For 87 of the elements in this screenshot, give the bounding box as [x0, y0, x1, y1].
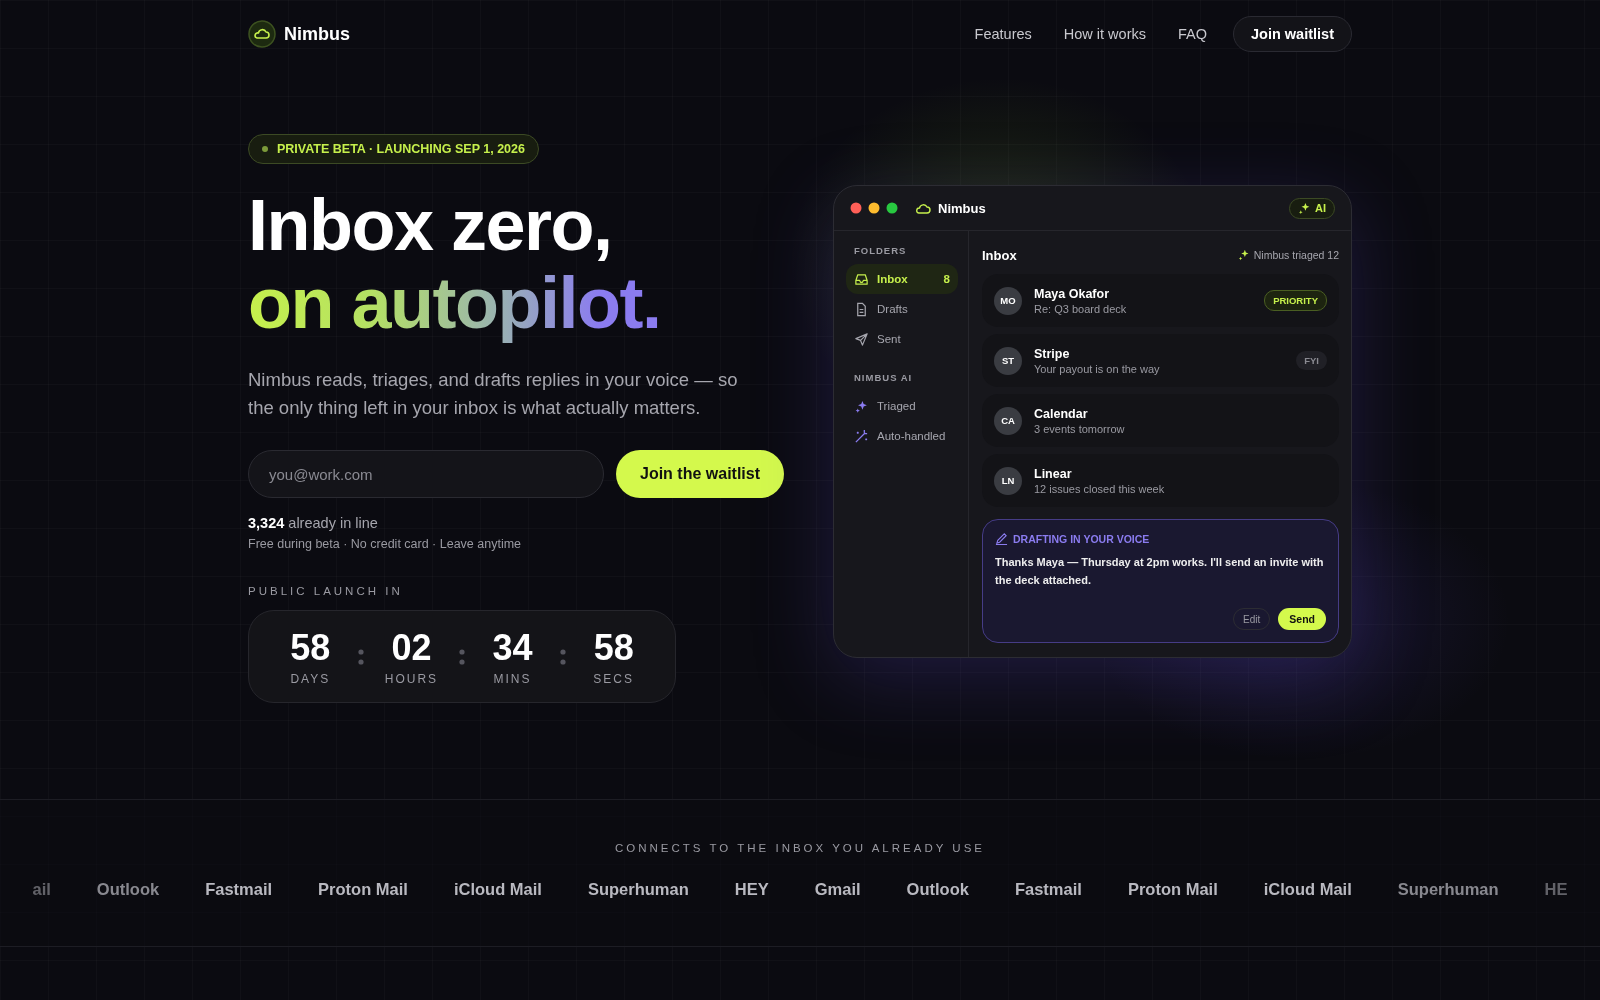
pen-icon — [995, 532, 1008, 545]
magic-wand-icon — [854, 428, 869, 444]
integration-name: Fastmail — [1014, 880, 1082, 899]
colon-separator-icon — [458, 646, 465, 667]
cloud-icon — [916, 202, 932, 214]
message-row[interactable]: MO Maya Okafor Re: Q3 board deck PRIORITY — [982, 274, 1339, 327]
avatar: LN — [994, 466, 1022, 495]
countdown-label: PUBLIC LAUNCH IN — [248, 585, 404, 597]
folders-heading: FOLDERS — [854, 245, 908, 256]
folder-item[interactable]: Inbox 8 — [846, 264, 958, 294]
countdown-value: 58 — [290, 627, 331, 668]
countdown-value: 34 — [492, 627, 533, 668]
colon-separator-icon — [357, 646, 364, 667]
ai-folder-item[interactable]: Auto-handled — [846, 421, 958, 451]
integration-name: Superhuman — [587, 880, 689, 899]
sender-name: Maya Okafor — [1034, 286, 1111, 301]
integration-name: Superhuman — [1397, 880, 1499, 899]
priority-tag: PRIORITY — [1264, 290, 1327, 311]
document-icon — [854, 301, 869, 317]
countdown-unit: MINS — [493, 671, 532, 686]
ai-folder-item[interactable]: Triaged — [846, 391, 958, 421]
integration-name: Proton Mail — [1127, 880, 1218, 899]
unread-count: 8 — [943, 273, 950, 285]
sparkle-icon — [1298, 201, 1311, 215]
hero-description: Nimbus reads, triages, and drafts replies in your voice — so the only thing left in your inbox is what actually matters. — [248, 368, 739, 420]
countdown-unit: SECS — [593, 671, 634, 686]
folder-label: Inbox — [877, 273, 908, 285]
sparkle-icon — [854, 398, 869, 414]
integration-name: iCloud Mail — [1263, 880, 1352, 899]
integration-name: Outlook — [96, 880, 160, 899]
avatar: ST — [994, 346, 1022, 375]
fyi-tag: FYI — [1296, 351, 1327, 370]
integration-name: Gmail — [814, 880, 861, 899]
sender-name: Stripe — [1034, 346, 1071, 361]
sparkle-icon — [1237, 249, 1250, 261]
brand-name[interactable]: Nimbus — [284, 23, 350, 45]
draft-heading: DRAFTING IN YOUR VOICE — [1013, 532, 1150, 545]
ai-heading: NIMBUS AI — [854, 372, 914, 383]
ai-badge: AI — [1289, 197, 1335, 219]
sender-name: Linear — [1034, 466, 1073, 481]
colon-separator-icon — [560, 646, 567, 667]
folder-label: Auto-handled — [877, 430, 946, 442]
nav-link[interactable]: Features — [974, 26, 1032, 42]
nav-link[interactable]: FAQ — [1178, 26, 1207, 42]
beta-badge: PRIVATE BETA · LAUNCHING SEP 1, 2026 — [248, 134, 539, 164]
folder-label: Drafts — [877, 303, 908, 315]
message-row[interactable]: ST Stripe Your payout is on the way FYI — [982, 334, 1339, 387]
countdown-unit: DAYS — [290, 671, 331, 686]
integration-name: Fastmail — [205, 880, 273, 899]
fine-print: Free during beta · No credit card · Leave anytime — [248, 537, 523, 551]
draft-text: Thanks Maya — Thursday at 2pm works. I'll send an invite with the deck attached. — [995, 555, 1325, 588]
app-title: Nimbus — [938, 200, 986, 216]
folder-label: Triaged — [877, 400, 916, 412]
integration-name: Proton Mail — [318, 880, 408, 899]
folder-label: Sent — [877, 333, 901, 345]
integration-name: iCloud Mail — [453, 880, 542, 899]
inbox-tray-icon — [854, 271, 869, 287]
triaged-note: Nimbus triaged 12 — [1253, 249, 1339, 261]
integration-name: Outlook — [906, 880, 969, 899]
integration-name: HE — [1544, 880, 1568, 899]
send-button[interactable]: Send — [1278, 608, 1326, 630]
inbox-title: Inbox — [982, 247, 1017, 263]
waitlist-count: 3,324 already in line — [248, 515, 379, 531]
headline: Inbox zero, — [248, 186, 612, 264]
join-the-waitlist-button[interactable]: Join the waitlist — [616, 450, 784, 498]
sender-name: Calendar — [1034, 406, 1089, 421]
message-row[interactable]: LN Linear 12 issues closed this week — [982, 454, 1339, 507]
integrations-label: CONNECTS TO THE INBOX YOU ALREADY USE — [613, 842, 986, 854]
message-subject: 12 issues closed this week — [1034, 482, 1165, 495]
integration-name: ail — [32, 880, 51, 899]
countdown-value: 58 — [593, 627, 634, 668]
email-field[interactable]: you@work.com — [248, 450, 604, 498]
integration-name: HEY — [734, 880, 769, 899]
message-subject: 3 events tomorrow — [1034, 422, 1125, 435]
message-subject: Your payout is on the way — [1034, 362, 1160, 375]
paper-plane-icon — [854, 331, 869, 347]
message-subject: Re: Q3 board deck — [1034, 302, 1127, 315]
folder-item[interactable]: Drafts — [846, 294, 958, 324]
join-waitlist-button[interactable]: Join waitlist — [1233, 16, 1352, 52]
countdown-value: 02 — [391, 627, 432, 668]
nav-link[interactable]: How it works — [1063, 26, 1146, 42]
cloud-logo-icon — [248, 20, 276, 48]
avatar: MO — [994, 286, 1022, 315]
avatar: CA — [994, 406, 1022, 435]
countdown-unit: HOURS — [384, 671, 439, 686]
message-row[interactable]: CA Calendar 3 events tomorrow — [982, 394, 1339, 447]
folder-item[interactable]: Sent — [846, 324, 958, 354]
